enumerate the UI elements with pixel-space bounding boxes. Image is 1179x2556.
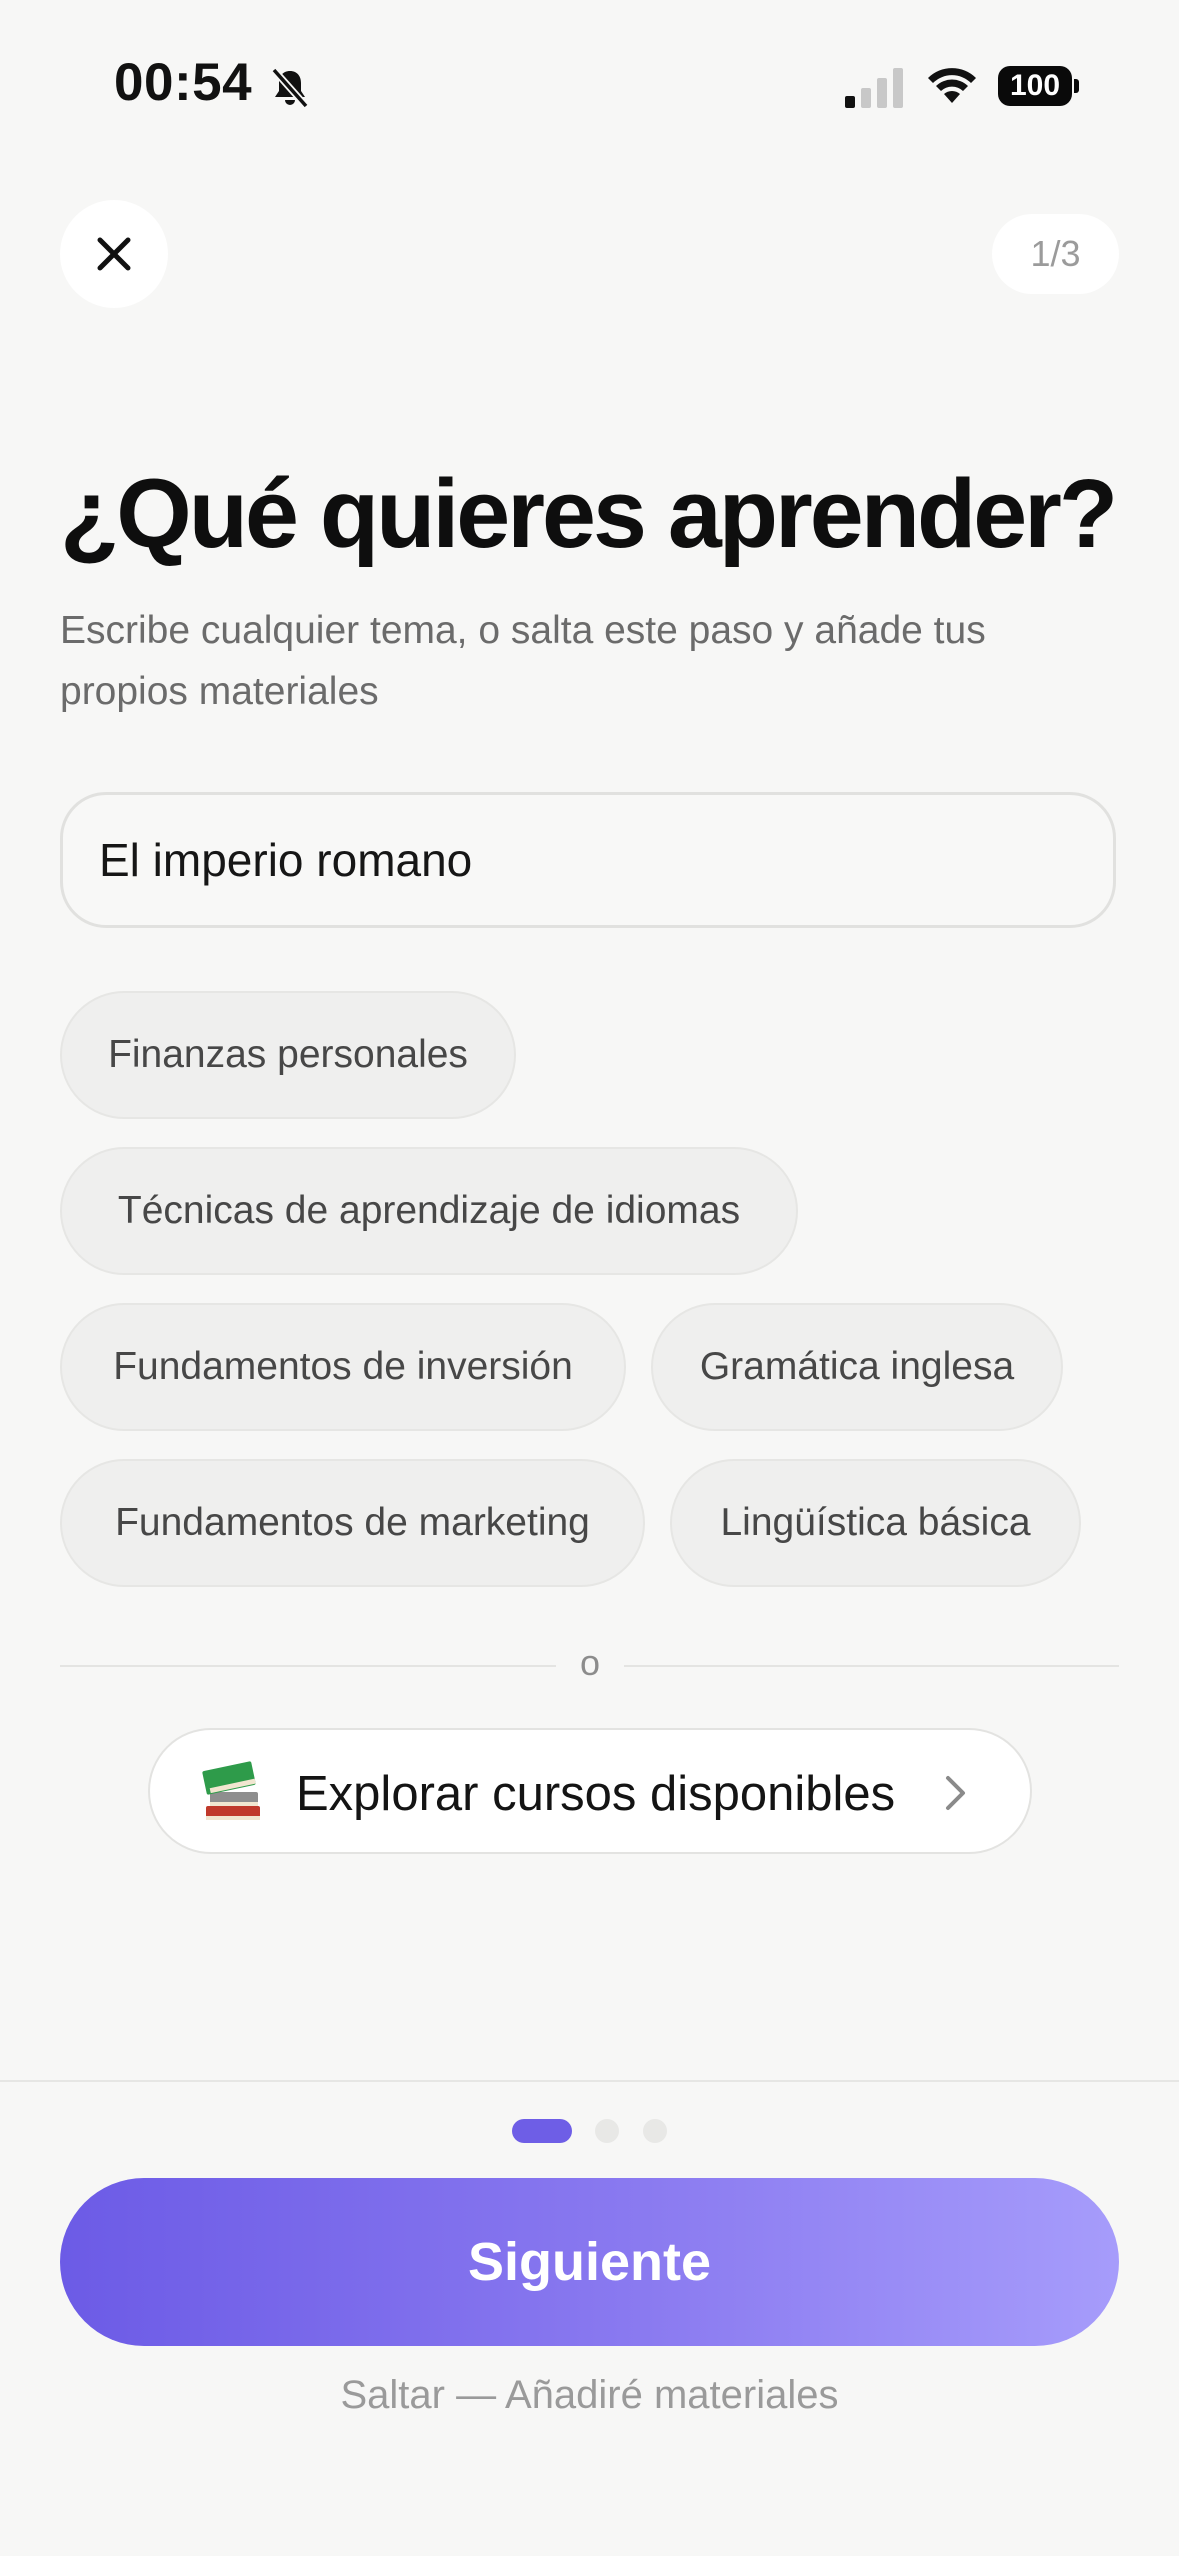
battery-level: 100 [998, 66, 1072, 106]
suggestion-chip[interactable]: Fundamentos de marketing [60, 1459, 645, 1587]
suggestion-chip[interactable]: Fundamentos de inversión [60, 1303, 626, 1431]
books-icon [202, 1761, 260, 1820]
close-button[interactable] [60, 200, 168, 308]
suggestion-chip[interactable]: Gramática inglesa [651, 1303, 1063, 1431]
chevron-right-icon [946, 1776, 965, 1810]
footer-separator [0, 2080, 1179, 2082]
pagination-dot [643, 2119, 667, 2143]
page-title: ¿Qué quieres aprender? [60, 459, 1118, 568]
wifi-icon [928, 68, 976, 103]
explore-courses-button[interactable]: Explorar cursos disponibles [148, 1728, 1032, 1854]
skip-link[interactable]: Saltar — Añadiré materiales [0, 2373, 1179, 2418]
status-time: 00:54 [114, 53, 253, 112]
pagination-dot [595, 2119, 619, 2143]
suggestion-chip[interactable]: Técnicas de aprendizaje de idiomas [60, 1147, 798, 1275]
next-button[interactable]: Siguiente [60, 2178, 1119, 2346]
step-indicator: 1/3 [992, 214, 1119, 294]
battery-tip [1074, 79, 1079, 93]
close-icon [97, 237, 131, 271]
battery-icon: 100 [998, 66, 1080, 108]
pagination-dot-active [512, 2119, 572, 2143]
divider-line [624, 1665, 1119, 1667]
suggestion-chip[interactable]: Lingüística básica [670, 1459, 1081, 1587]
divider-line [60, 1665, 556, 1667]
explore-courses-label: Explorar cursos disponibles [296, 1767, 896, 1821]
cellular-signal-icon [845, 68, 903, 108]
page-subtitle: Escribe cualquier tema, o salta este pas… [60, 609, 986, 713]
status-bar: 00:54 100 [0, 0, 1179, 170]
divider-or: o [579, 1642, 601, 1683]
suggestion-chip[interactable]: Finanzas personales [60, 991, 516, 1119]
topic-input[interactable] [60, 792, 1116, 928]
bell-slash-icon [271, 67, 309, 109]
